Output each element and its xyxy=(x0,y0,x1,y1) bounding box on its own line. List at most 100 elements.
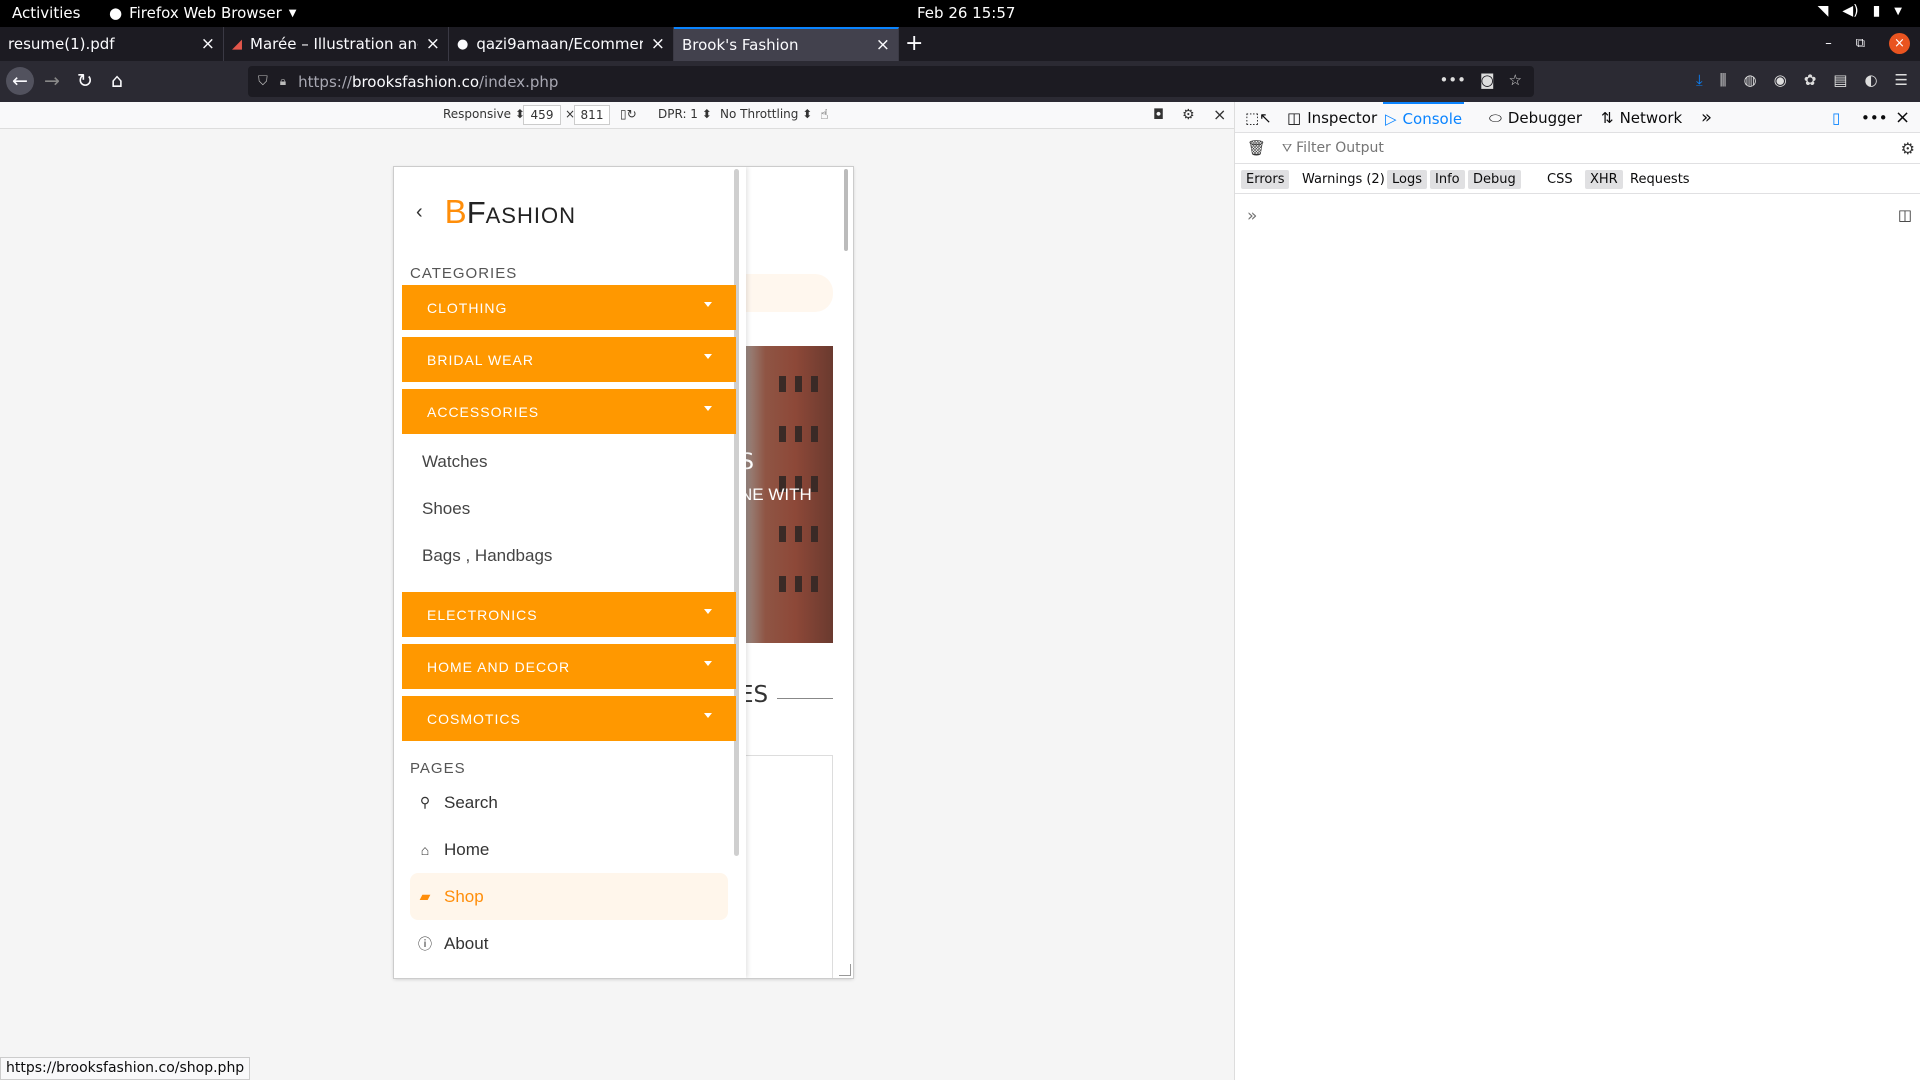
close-icon[interactable]: × xyxy=(651,34,665,54)
reload-button[interactable]: ↻ xyxy=(71,67,99,95)
menu-header: ‹ BFASHION xyxy=(416,193,576,231)
tab-github[interactable]: ● qazi9amaan/Ecommerce × xyxy=(449,27,674,61)
toolbar-icons: ⤓ ⫼ ◍ ◉ ✿ ▤ ◐ ☰ xyxy=(1696,71,1908,89)
category-label: BRIDAL WEAR xyxy=(427,351,534,368)
close-window-icon[interactable]: × xyxy=(1889,33,1910,54)
page-link-home[interactable]: ⌂ Home xyxy=(410,826,728,873)
console-settings-icon[interactable]: ⚙ xyxy=(1901,139,1915,158)
options-icon[interactable]: ••• xyxy=(1861,102,1888,133)
sidebar-toggle-icon[interactable]: ◫ xyxy=(1898,206,1912,224)
resize-handle[interactable] xyxy=(839,964,851,976)
home-button[interactable]: ⌂ xyxy=(103,67,131,95)
dpr-selector[interactable]: DPR: 1 ⬍ xyxy=(658,107,712,121)
subcategory-shoes[interactable]: Shoes xyxy=(422,499,470,519)
subcategory-watches[interactable]: Watches xyxy=(422,452,488,472)
clock[interactable]: Feb 26 15:57 xyxy=(917,4,1015,22)
tab-network[interactable]: ⇅ Network xyxy=(1601,102,1682,133)
subcategory-bags[interactable]: Bags , Handbags xyxy=(422,546,552,566)
tab-resume[interactable]: resume(1).pdf × xyxy=(0,27,224,61)
menu-icon[interactable]: ☰ xyxy=(1895,71,1908,89)
console-prompt-icon[interactable]: » xyxy=(1247,206,1257,226)
dark-mode-icon[interactable]: ◐ xyxy=(1864,71,1877,89)
page-link-search[interactable]: ⚲ Search xyxy=(410,779,728,826)
tab-debugger[interactable]: ⬭ Debugger xyxy=(1489,102,1582,133)
bookmark-star-icon[interactable]: ☆ xyxy=(1509,71,1522,89)
filter-requests[interactable]: Requests xyxy=(1625,170,1695,189)
category-electronics[interactable]: ELECTRONICS xyxy=(402,592,736,637)
viewport-height-input[interactable]: 811 xyxy=(574,105,610,125)
filter-icon: ⛛ xyxy=(1282,140,1293,155)
filter-errors[interactable]: Errors xyxy=(1241,170,1290,189)
category-label: COSMOTICS xyxy=(427,710,521,727)
category-cosmotics[interactable]: COSMOTICS xyxy=(402,696,736,741)
color-picker-icon[interactable]: ✿ xyxy=(1804,71,1817,89)
app-menu[interactable]: ● Firefox Web Browser ▼ xyxy=(109,4,296,22)
more-actions-icon[interactable]: ••• xyxy=(1439,71,1466,89)
extension-icon[interactable]: ◍ xyxy=(1744,71,1757,89)
category-bridal-wear[interactable]: BRIDAL WEAR xyxy=(402,337,736,382)
window-controls: – ⧉ × xyxy=(1825,33,1910,54)
touch-simulation-icon[interactable]: ☝ xyxy=(820,107,829,123)
restore-icon[interactable]: ⧉ xyxy=(1856,36,1865,51)
close-rdm-icon[interactable]: × xyxy=(1213,105,1226,124)
filter-output-input[interactable] xyxy=(1296,140,1797,156)
lock-icon[interactable]: 🔒︎ xyxy=(280,74,286,89)
pocket-icon[interactable]: ◙ xyxy=(1480,71,1495,89)
filter-warnings[interactable]: Warnings (2) xyxy=(1297,170,1390,189)
activities-button[interactable]: Activities xyxy=(12,4,80,22)
caret-down-icon xyxy=(704,354,712,359)
responsive-mode-icon[interactable]: ▯ xyxy=(1832,102,1840,133)
search-pill[interactable] xyxy=(731,274,833,312)
link-status-bar: https://brooksfashion.co/shop.php xyxy=(0,1057,251,1080)
trash-icon[interactable]: 🗑︎ xyxy=(1247,139,1266,157)
viewport-width-input[interactable]: 459 xyxy=(523,105,561,125)
close-icon[interactable]: × xyxy=(426,34,440,54)
url-text[interactable]: https://brooksfashion.co/index.php xyxy=(298,73,558,91)
tab-brooks-fashion[interactable]: Brook's Fashion × xyxy=(674,27,899,61)
close-icon[interactable]: × xyxy=(876,35,890,55)
brand-logo[interactable]: BFASHION xyxy=(445,193,576,231)
tab-console[interactable]: ▷ Console xyxy=(1383,102,1465,133)
extension-icon[interactable]: ◉ xyxy=(1774,71,1787,89)
caret-down-icon xyxy=(704,302,712,307)
extension-icon[interactable]: ▤ xyxy=(1833,71,1847,89)
tab-title: Brook's Fashion xyxy=(682,36,799,54)
page-link-label: Search xyxy=(444,792,498,812)
rotate-icon[interactable]: ▯↻ xyxy=(620,107,637,121)
filter-info[interactable]: Info xyxy=(1430,170,1465,189)
minimize-icon[interactable]: – xyxy=(1825,36,1832,51)
new-tab-button[interactable]: + xyxy=(905,27,923,61)
system-tray[interactable]: ◥ ◀) ▮ ▼ xyxy=(1818,3,1902,19)
screenshot-icon[interactable]: ◘ xyxy=(1153,107,1164,123)
caret-down-icon xyxy=(704,609,712,614)
tab-inspector[interactable]: ◫ Inspector xyxy=(1287,102,1377,133)
filter-debug[interactable]: Debug xyxy=(1468,170,1521,189)
menu-scrollbar[interactable] xyxy=(734,169,739,856)
tab-maree[interactable]: ◢ Marée – Illustration and D × xyxy=(224,27,449,61)
throttling-selector[interactable]: No Throttling ⬍ xyxy=(720,107,812,121)
product-card[interactable] xyxy=(739,755,833,978)
filter-logs[interactable]: Logs xyxy=(1387,170,1427,189)
element-picker-icon[interactable]: ⬚↖ xyxy=(1245,102,1272,133)
device-selector[interactable]: Responsive ⬍ xyxy=(443,107,525,121)
download-icon[interactable]: ⤓ xyxy=(1696,71,1703,89)
category-clothing[interactable]: CLOTHING xyxy=(402,285,736,330)
forward-button[interactable]: → xyxy=(38,67,66,95)
filter-xhr[interactable]: XHR xyxy=(1585,170,1623,189)
close-icon[interactable]: × xyxy=(201,34,215,54)
page-link-shop[interactable]: ▰ Shop xyxy=(410,873,728,920)
category-home-and-decor[interactable]: HOME AND DECOR xyxy=(402,644,736,689)
more-tabs-icon[interactable]: » xyxy=(1701,102,1712,133)
filter-css[interactable]: CSS xyxy=(1542,170,1578,189)
settings-icon[interactable]: ⚙ xyxy=(1182,107,1195,123)
chevron-left-icon[interactable]: ‹ xyxy=(416,201,423,224)
close-devtools-icon[interactable]: × xyxy=(1895,102,1910,133)
debugger-icon: ⬭ xyxy=(1489,108,1502,127)
shield-icon[interactable]: ⛉ xyxy=(258,74,268,89)
back-button[interactable]: ← xyxy=(6,67,34,95)
category-accessories[interactable]: ACCESSORIES xyxy=(402,389,736,434)
page-link-about[interactable]: ⓘ About xyxy=(410,920,728,967)
library-icon[interactable]: ⫼ xyxy=(1720,71,1727,89)
page-scrollbar[interactable] xyxy=(844,169,848,251)
address-bar[interactable]: ⛉ 🔒︎ https://brooksfashion.co/index.php … xyxy=(248,66,1534,97)
